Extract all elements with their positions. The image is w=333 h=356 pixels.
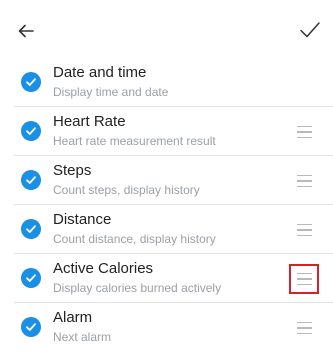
item-title: Active Calories — [53, 260, 154, 277]
drag-handle-icon[interactable] — [291, 317, 317, 339]
checkmark-icon[interactable] — [299, 20, 321, 40]
widget-list: Date and time Display time and date Hear… — [0, 58, 333, 352]
checkbox-checked-icon[interactable] — [21, 317, 41, 337]
item-title: Date and time — [53, 64, 147, 81]
item-subtitle: Next alarm — [53, 330, 112, 344]
drag-handle-icon[interactable] — [291, 121, 317, 143]
top-bar — [0, 0, 333, 58]
item-subtitle: Heart rate measurement result — [53, 134, 216, 148]
list-item-date-and-time[interactable]: Date and time Display time and date — [0, 58, 333, 107]
list-item-alarm[interactable]: Alarm Next alarm — [0, 303, 333, 352]
checkbox-checked-icon[interactable] — [21, 268, 41, 288]
drag-handle-icon[interactable] — [289, 264, 319, 294]
item-title: Steps — [53, 162, 92, 179]
item-subtitle: Display time and date — [53, 85, 169, 99]
checkbox-checked-icon[interactable] — [21, 72, 41, 92]
item-title: Heart Rate — [53, 113, 126, 130]
checkbox-checked-icon[interactable] — [21, 219, 41, 239]
drag-handle-icon[interactable] — [291, 219, 317, 241]
checkbox-checked-icon[interactable] — [21, 121, 41, 141]
arrow-left-icon[interactable] — [16, 21, 36, 41]
item-subtitle: Count distance, display history — [53, 232, 216, 246]
list-item-distance[interactable]: Distance Count distance, display history — [0, 205, 333, 254]
item-title: Alarm — [53, 309, 93, 326]
screen: Date and time Display time and date Hear… — [0, 0, 333, 356]
list-item-active-calories[interactable]: Active Calories Display calories burned … — [0, 254, 333, 303]
item-title: Distance — [53, 211, 112, 228]
list-item-heart-rate[interactable]: Heart Rate Heart rate measurement result — [0, 107, 333, 156]
checkbox-checked-icon[interactable] — [21, 170, 41, 190]
item-subtitle: Display calories burned actively — [53, 281, 222, 295]
item-subtitle: Count steps, display history — [53, 183, 200, 197]
list-item-steps[interactable]: Steps Count steps, display history — [0, 156, 333, 205]
drag-handle-icon[interactable] — [291, 170, 317, 192]
